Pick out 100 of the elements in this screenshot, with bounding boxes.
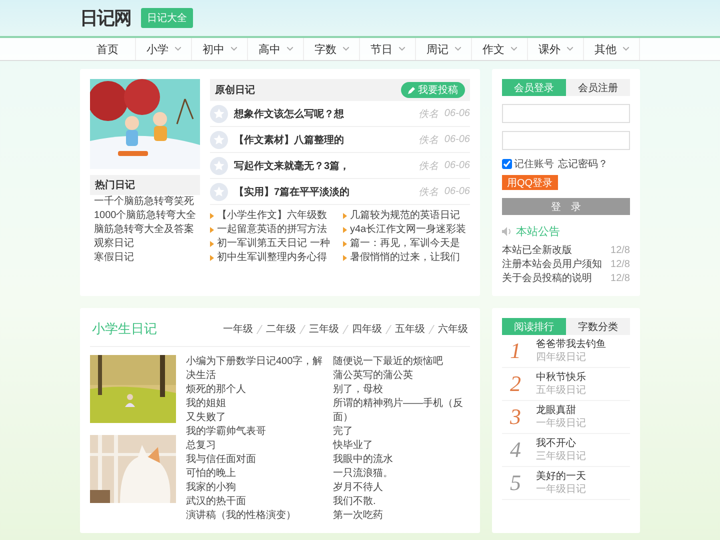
diary-link[interactable]: 所谓的精神鸦片——手机（反面） [333,397,470,425]
grade-link[interactable]: 五年级 [395,322,425,336]
grade-link[interactable]: 四年级 [352,322,382,336]
ranking-link[interactable]: 爸爸带我去钓鱼 [536,338,606,351]
nav-item[interactable]: 作文 [472,38,528,60]
post-author: 佚名 [418,160,438,172]
ranking-link[interactable]: 中秋节快乐 [536,371,586,384]
post-date: 06-06 [444,186,470,197]
post-link[interactable]: 写起作文来就毫无？3篇， [234,158,412,172]
post-link[interactable]: 想象作文该怎么写呢？想 [234,106,412,120]
nav-item[interactable]: 初中 [192,38,248,60]
diary-link[interactable]: 完了 [333,425,470,439]
grade-link[interactable]: 二年级 [266,322,296,336]
post-date: 06-06 [444,108,470,119]
chevron-icon [210,227,214,233]
article-link[interactable]: 几篇较为规范的英语日记 [343,209,470,223]
diary-link[interactable]: 随便说一下最近的烦恼吧 [333,355,470,369]
pencil-icon [408,86,415,94]
article-link[interactable]: 初一军训第五天日记 一种 [210,237,337,251]
remember-checkbox[interactable] [502,159,512,169]
ranking-category: 一年级日记 [536,417,586,430]
rank-number: 2 [510,371,522,397]
article-link[interactable]: y4a长江作文网一身迷彩装 [343,223,470,237]
forgot-password-link[interactable]: 忘记密码？ [558,157,608,171]
diary-link[interactable]: 武汉的热干面 [186,495,323,509]
chevron-icon [210,241,214,247]
chevron-icon [343,227,347,233]
grade-link[interactable]: 三年级 [309,322,339,336]
diary-link[interactable]: 我们不散. [333,495,470,509]
rank-number: 4 [510,437,522,463]
diary-link[interactable]: 第一次吃药 [333,509,470,523]
nav-item[interactable]: 字数 [304,38,360,60]
chevron-icon [210,213,214,219]
diary-link[interactable]: 别了，母校 [333,383,470,397]
grade-link[interactable]: 六年级 [438,322,468,336]
ranking-link[interactable]: 我不开心 [536,437,586,450]
speaker-icon [502,227,512,236]
rank-number: 1 [510,338,522,364]
nav-item[interactable]: 课外 [528,38,584,60]
notice-link[interactable]: 注册本站会员用户须知 [502,258,602,272]
ranking-tab[interactable]: 字数分类 [566,318,630,335]
diary-link[interactable]: 蒲公英写的蒲公英 [333,369,470,383]
diary-link[interactable]: 快毕业了 [333,439,470,453]
nav-item[interactable]: 周记 [416,38,472,60]
diary-link[interactable]: 我家的小狗 [186,481,323,495]
grade-link[interactable]: 一年级 [223,322,253,336]
post-date: 06-06 [444,134,470,145]
section-heading: 小学生日记 [92,320,157,338]
chevron-icon [343,213,347,219]
post-author: 佚名 [418,186,438,198]
notice-heading: 本站公告 [516,224,560,239]
rank-number: 5 [510,470,522,496]
diary-link[interactable]: 烦死的那个人 [186,383,323,397]
site-logo[interactable]: 日记网 [80,6,131,30]
article-link[interactable]: 初中生军训整理内务心得 [210,251,337,265]
notice-date: 12/8 [610,258,630,272]
login-tab[interactable]: 会员注册 [566,79,630,96]
username-field[interactable] [502,104,630,123]
chevron-icon [343,241,347,247]
hot-link[interactable]: 脑筋急转弯大全及答案 [90,223,200,237]
diary-link[interactable]: 小编为下册数学日记400字，解决生活 [186,355,323,383]
ranking-category: 四年级日记 [536,351,587,364]
post-date: 06-06 [444,160,470,171]
hot-link[interactable]: 寒假日记 [90,251,200,265]
diary-link[interactable]: 又失败了 [186,411,323,425]
diary-link[interactable]: 我的姐姐 [186,397,323,411]
diary-link[interactable]: 我的学霸帅气表哥 [186,425,323,439]
article-link[interactable]: 【小学生作文】六年级数 [210,209,337,223]
nav-item[interactable]: 高中 [248,38,304,60]
notice-link[interactable]: 本站已全新改版 [502,244,572,258]
checkbox-label: 记住账号 [514,158,554,171]
diary-link[interactable]: 一只流浪猫。 [333,467,470,481]
ranking-link[interactable]: 龙眼真甜 [536,404,586,417]
post-author: 佚名 [418,108,438,120]
nav-item[interactable]: 其他 [584,38,640,60]
nav-item[interactable]: 首页 [80,38,136,60]
article-link[interactable]: 篇一：再见，军训今天是 [343,237,470,251]
article-link[interactable]: 一起留意英语的拼写方法 [210,223,337,237]
hot-link[interactable]: 一千个脑筋急转弯笑死 [90,195,200,209]
hot-link[interactable]: 观察日记 [90,237,200,251]
ranking-category: 三年级日记 [536,450,586,463]
section-heading: 原创日记 [215,84,255,97]
diary-link[interactable]: 我与信任面对面 [186,453,323,467]
chevron-icon [210,255,214,261]
nav-item[interactable]: 节日 [360,38,416,60]
hot-link[interactable]: 1000个脑筋急转弯大全 [90,209,200,223]
post-link[interactable]: 【实用】7篇在平平淡淡的 [234,184,412,198]
diary-link[interactable]: 总复习 [186,439,323,453]
post-author: 佚名 [418,134,438,146]
diary-link[interactable]: 我眼中的流水 [333,453,470,467]
diary-link[interactable]: 演讲稿（我的性格演变） [186,509,323,523]
diary-link[interactable]: 可怕的晚上 [186,467,323,481]
password-field[interactable] [502,131,630,150]
article-link[interactable]: 暑假悄悄的过来，让我们 [343,251,470,265]
nav-item[interactable]: 小学 [136,38,192,60]
section-heading: 热门日记 [90,175,200,195]
post-link[interactable]: 【作文素材】八篇整理的 [234,132,412,146]
diary-link[interactable]: 岁月不待人 [333,481,470,495]
ranking-link[interactable]: 美好的一天 [536,470,586,483]
notice-link[interactable]: 关于会员投稿的说明 [502,272,592,286]
